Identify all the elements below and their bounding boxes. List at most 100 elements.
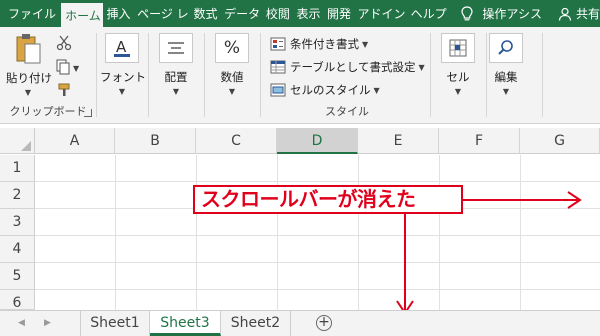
format-as-table-button[interactable]: テーブルとして書式設定 ▼ [270, 59, 425, 75]
sheet-tab-sheet3[interactable]: Sheet3 [150, 311, 221, 336]
chevron-down-icon: ▼ [373, 85, 380, 95]
row-header-1[interactable]: 1 [0, 155, 35, 182]
scroll-left-icon[interactable]: ◀ [18, 318, 25, 328]
add-sheet-icon[interactable]: + [316, 315, 332, 331]
number-button[interactable]: % 数値 ▼ [210, 33, 254, 96]
column-header-a[interactable]: A [35, 128, 115, 154]
group-cells: セル ▼ [436, 27, 482, 124]
group-divider [148, 33, 149, 117]
column-header-bar: A B C D E F G [0, 128, 600, 154]
group-styles: 条件付き書式 ▼ テーブルとして書式設定 ▼ セルのスタイル ▼ スタイル [262, 27, 432, 124]
row-header-5[interactable]: 5 [0, 263, 35, 290]
conditional-formatting-icon [270, 37, 286, 51]
styles-group-label: スタイル [325, 105, 369, 118]
tell-me-search[interactable]: 操作アシス [454, 0, 548, 27]
group-divider [260, 33, 261, 117]
scroll-right-icon[interactable]: ▶ [44, 318, 51, 328]
group-number: % 数値 ▼ [210, 27, 256, 124]
column-header-e[interactable]: E [358, 128, 439, 154]
column-header-c[interactable]: C [196, 128, 277, 154]
alignment-label: 配置 [164, 70, 188, 84]
tab-formulas[interactable]: 数式 [190, 0, 221, 27]
chevron-down-icon: ▼ [228, 87, 236, 96]
group-divider [96, 33, 97, 117]
tab-insert[interactable]: 挿入 [103, 0, 134, 27]
cells-button[interactable]: セル ▼ [436, 33, 480, 96]
group-clipboard: 貼り付け ▼ ▼ クリップボード [0, 27, 96, 124]
group-divider [542, 33, 543, 117]
cells-label: セル [446, 70, 470, 84]
lightbulb-icon [461, 5, 474, 20]
tab-file[interactable]: ファイル [0, 0, 61, 27]
cell-styles-label: セルのスタイル [290, 83, 371, 97]
editing-button[interactable]: 編集 ▼ [484, 33, 528, 96]
group-divider [204, 33, 205, 117]
cut-icon[interactable] [56, 35, 72, 51]
column-header-d[interactable]: D [277, 128, 358, 154]
share-button[interactable]: 共有 [558, 0, 600, 27]
chevron-down-icon: ▼ [362, 39, 369, 49]
editing-label: 編集 [494, 70, 518, 84]
sheet-tab-sheet2[interactable]: Sheet2 [221, 311, 291, 336]
tab-page-layout[interactable]: ページ レ [133, 0, 189, 27]
cell-grid[interactable] [35, 155, 600, 310]
svg-text:A: A [116, 38, 127, 56]
clipboard-group-label: クリップボード [9, 105, 87, 118]
row-header-6[interactable]: 6 [0, 290, 35, 310]
column-header-f[interactable]: F [439, 128, 520, 154]
conditional-formatting-label: 条件付き書式 [290, 37, 359, 51]
chevron-down-icon: ▼ [24, 88, 32, 97]
tab-addins[interactable]: アドイン [354, 0, 407, 27]
copy-icon[interactable]: ▼ [56, 59, 80, 75]
tab-view[interactable]: 表示 [292, 0, 323, 27]
group-alignment: 配置 ▼ [154, 27, 200, 124]
tab-review[interactable]: 校閲 [262, 0, 293, 27]
paste-icon [16, 34, 41, 64]
group-font: A フォント ▼ [100, 27, 146, 124]
column-header-b[interactable]: B [115, 128, 196, 154]
font-button[interactable]: A フォント ▼ [100, 33, 146, 96]
tab-home[interactable]: ホーム [61, 3, 103, 27]
dialog-launcher-icon[interactable] [84, 109, 92, 117]
ribbon-tab-bar: ファイル ホーム 挿入 ページ レ 数式 データ 校閲 表示 開発 アドイン ヘ… [0, 0, 600, 27]
row-header-2[interactable]: 2 [0, 182, 35, 209]
svg-text:▼: ▼ [73, 64, 80, 73]
tab-data[interactable]: データ [220, 0, 262, 27]
font-label: フォント [100, 70, 146, 84]
sheet-tab-sheet1[interactable]: Sheet1 [80, 311, 150, 336]
group-divider [430, 33, 431, 117]
column-header-g[interactable]: G [520, 128, 600, 154]
cells-icon [441, 33, 475, 63]
annotation-callout: スクロールバーが消えた [193, 185, 463, 214]
group-editing: 編集 ▼ [484, 27, 530, 124]
format-as-table-label: テーブルとして書式設定 [290, 60, 416, 74]
sheet-tab-bar: ◀ ▶ Sheet1 Sheet3 Sheet2 + [0, 310, 600, 336]
format-as-table-icon [270, 60, 286, 74]
tell-me-label: 操作アシス [482, 7, 542, 21]
search-icon [489, 33, 523, 63]
cell-styles-button[interactable]: セルのスタイル ▼ [270, 82, 380, 98]
ribbon-home: 貼り付け ▼ ▼ クリップボード A フォント ▼ 配置 ▼ % 数値 ▼ 条件… [0, 27, 600, 124]
row-header-4[interactable]: 4 [0, 236, 35, 263]
tab-help[interactable]: ヘルプ [407, 0, 449, 27]
chevron-down-icon: ▼ [172, 87, 180, 96]
cell-styles-icon [270, 83, 286, 97]
chevron-down-icon: ▼ [118, 87, 126, 96]
row-header-3[interactable]: 3 [0, 209, 35, 236]
tab-developer[interactable]: 開発 [323, 0, 354, 27]
chevron-down-icon: ▼ [502, 87, 510, 96]
font-color-icon: A [105, 33, 139, 63]
conditional-formatting-button[interactable]: 条件付き書式 ▼ [270, 36, 368, 52]
align-icon [159, 33, 193, 63]
chevron-down-icon: ▼ [418, 62, 425, 72]
paste-label: 貼り付け [6, 71, 52, 85]
paste-button[interactable]: 貼り付け ▼ [6, 33, 52, 97]
share-label: 共有 [575, 7, 600, 21]
number-label: 数値 [220, 70, 244, 84]
format-painter-icon[interactable] [56, 83, 72, 97]
person-icon [558, 7, 572, 21]
chevron-down-icon: ▼ [454, 87, 462, 96]
select-all-button[interactable] [0, 128, 35, 154]
percent-icon: % [215, 33, 249, 63]
alignment-button[interactable]: 配置 ▼ [154, 33, 198, 96]
